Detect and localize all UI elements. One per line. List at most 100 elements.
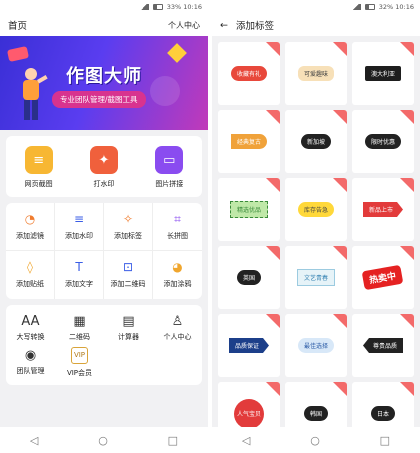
more-tool-icon: AA [21,313,40,329]
tag-template[interactable]: 经典复古 [218,110,280,173]
more-tool-label: VIP会员 [66,368,93,377]
vip-corner-badge [333,382,347,396]
vip-corner-badge [400,314,414,328]
feature-text[interactable]: T 添加文字 [55,251,104,299]
home-icon[interactable]: ○ [310,434,320,447]
tag-label: 可爱趣味 [297,66,334,81]
profile-link[interactable]: 个人中心 [168,20,200,31]
recents-icon[interactable]: □ [380,434,390,447]
tag-label: 英国 [236,270,261,285]
more-tool-item[interactable]: ▤ 计算器 [104,311,153,345]
filter-icon: ◔ [24,211,36,226]
more-tool-item[interactable]: AA 大写转换 [6,311,55,345]
back-icon[interactable]: ◁ [30,434,38,447]
more-tool-item[interactable]: ▦ 二维码 [55,311,104,345]
back-arrow-icon[interactable]: ← [220,20,228,31]
text-icon: T [75,260,83,274]
more-tool-icon: ◉ [24,347,37,363]
feature-label: 添加水印 [65,231,93,240]
feature-qr-scan[interactable]: ⊡ 添加二维码 [104,251,153,299]
vip-corner-badge [266,110,280,124]
banner-decoration [167,43,187,63]
status-bar: 33% 10:16 [0,0,208,14]
screenshot-icon: ≡ [24,146,53,174]
back-icon[interactable]: ◁ [242,434,250,447]
tag-template[interactable]: 新加坡 [285,110,347,173]
tag-template[interactable]: 文艺青春 [285,246,347,309]
vip-corner-badge [266,246,280,260]
vip-corner-badge [400,42,414,56]
tool-label: 打水印 [93,180,115,188]
vip-corner-badge [266,178,280,192]
qr-scan-icon: ⊡ [122,260,134,274]
feature-grid-card: ◔ 添加滤镜 ≡ 添加水印 ✧ 添加标签 ⌗ 长拼图 ◊ 添加贴纸 T 添加文字 ⊡ 添加二维码 ◕ 添加涂鸦 [6,203,202,299]
tag-template[interactable]: 澳大利亚 [352,42,414,105]
feature-palette[interactable]: ◕ 添加涂鸦 [153,251,202,299]
wand-icon: ✧ [122,211,134,226]
vip-corner-badge [400,246,414,260]
more-tool-item[interactable]: ♙ 个人中心 [153,311,202,345]
feature-wand[interactable]: ✧ 添加标签 [104,203,153,251]
signal-icon [350,4,361,10]
recents-icon[interactable]: □ [168,434,178,447]
system-nav-bar: ◁ ○ □ [0,427,208,453]
vip-corner-badge [333,110,347,124]
tool-watermark[interactable]: ✦ 打水印 [74,146,134,189]
tag-template[interactable]: 可爱趣味 [285,42,347,105]
tag-label: 库存告急 [297,202,334,217]
feature-filter[interactable]: ◔ 添加滤镜 [6,203,55,251]
feature-label: 添加滤镜 [16,231,44,240]
banner-decoration [6,46,30,62]
vip-corner-badge [333,42,347,56]
add-tag-screen: 32% 10:16 ← 添加标签 收藏有礼 可爱趣味 澳大利亚经典复古 新加坡 限时优惠… [212,0,420,453]
feature-label: 长拼图 [167,231,188,240]
more-tool-icon: ▦ [73,313,86,329]
tool-collage[interactable]: ▭ 图片拼接 [139,146,199,189]
more-tools-card: AA 大写转换 ▦ 二维码 ▤ 计算器 ♙ 个人中心 ◉ 团队管理 VIP VIP会员 [6,305,202,385]
home-screen: 33% 10:16 首页 个人中心 作图大师 专业团队管理/截图工具 ≡ 网页截图… [0,0,208,453]
tag-label: 精选优品 [229,201,268,218]
vip-corner-badge [266,42,280,56]
tag-label: 新品上市 [362,202,403,217]
vip-corner-badge [400,178,414,192]
tag-label: 品质保证 [228,338,269,353]
more-tool-label: 计算器 [118,332,139,341]
add-tag-header: ← 添加标签 [212,14,420,36]
tag-label: 热卖中 [362,264,404,291]
tool-screenshot[interactable]: ≡ 网页截图 [9,146,69,189]
battery-icon [152,4,163,10]
feature-label: 添加文字 [65,280,93,288]
tag-template[interactable]: 英国 [218,246,280,309]
tag-template[interactable]: 精选优品 [218,178,280,241]
status-text: 33% 10:16 [166,3,202,11]
status-bar: 32% 10:16 [212,0,420,14]
tag-template[interactable]: 热卖中 [352,246,414,309]
tag-template[interactable]: 库存告急 [285,178,347,241]
more-tool-item[interactable]: VIP VIP会员 [55,345,104,379]
vip-corner-badge [400,382,414,396]
more-tool-label: 团队管理 [16,366,45,375]
tag-template[interactable]: 限时优惠 [352,110,414,173]
vip-corner-badge [266,314,280,328]
feature-label: 添加涂鸦 [163,280,192,288]
tag-template[interactable]: 尊贵品质 [352,314,414,377]
home-icon[interactable]: ○ [98,434,108,447]
more-tool-icon: ▤ [122,313,135,329]
drop-icon: ◊ [27,260,33,274]
tag-template[interactable]: 收藏有礼 [218,42,280,105]
more-tool-item[interactable]: ◉ 团队管理 [6,345,55,379]
tag-label: 经典复古 [230,134,267,149]
more-tool-icon: ♙ [171,313,184,329]
status-text: 32% 10:16 [378,3,414,11]
tag-label: 韩国 [303,406,328,421]
feature-crop[interactable]: ⌗ 长拼图 [153,203,202,251]
promo-banner[interactable]: 作图大师 专业团队管理/截图工具 [0,36,208,130]
person-illustration [23,68,48,120]
tag-template[interactable]: 最佳选择 [285,314,347,377]
feature-sliders[interactable]: ≡ 添加水印 [55,203,104,251]
feature-drop[interactable]: ◊ 添加贴纸 [6,251,55,299]
tag-template[interactable]: 新品上市 [352,178,414,241]
tag-template[interactable]: 品质保证 [218,314,280,377]
home-header: 首页 个人中心 [0,14,208,36]
page-title: 首页 [8,21,28,32]
